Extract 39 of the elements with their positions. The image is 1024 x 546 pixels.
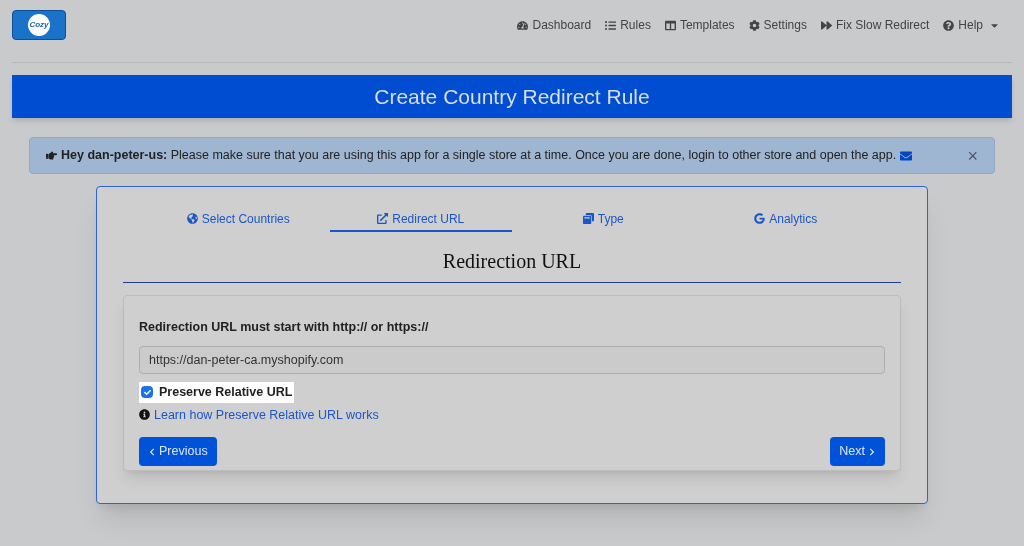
list-icon [605, 19, 617, 31]
wizard-tab[interactable]: Select Countries [147, 207, 330, 232]
previous-button[interactable]: Previous [139, 437, 217, 467]
logo[interactable]: Cozy [12, 10, 66, 40]
globe-icon [186, 213, 198, 224]
url-input-field[interactable]: https://dan-peter-ca.myshopify.com [139, 345, 885, 374]
nav-link[interactable]: Settings [748, 16, 807, 34]
wizard-tab[interactable]: Type [512, 207, 695, 232]
nav-link[interactable]: Rules [605, 16, 651, 34]
nav-link[interactable]: Fix Slow Redirect [820, 16, 930, 34]
wizard-tab[interactable]: Redirect URL [329, 207, 512, 232]
fast-forward-icon [820, 19, 832, 31]
help-link[interactable]: Learn how Preserve Relative URL works [154, 405, 379, 425]
nav-link[interactable]: Templates [664, 16, 735, 34]
external-link-icon [377, 213, 389, 224]
checkbox[interactable] [141, 386, 153, 399]
pointing-hand-icon [46, 150, 57, 161]
page-title: Create Country Redirect Rule [374, 83, 650, 110]
wizard-tab[interactable]: Analytics [694, 207, 877, 232]
help-icon [943, 19, 955, 31]
columns-icon [664, 19, 676, 31]
preserve-url-checkbox[interactable]: Preserve Relative URL [139, 381, 295, 403]
alert-message: Hey dan-peter-us: Please make sure that you are using this app for a single store at a time. Once you are done, login to other store and open the app. [61, 147, 897, 165]
section-heading: Redirection URL [442, 249, 582, 274]
settings-icon [748, 19, 760, 31]
nav-link[interactable]: Help [943, 16, 1000, 34]
info-icon [139, 409, 150, 421]
next-button[interactable]: Next [830, 437, 885, 467]
nav-link[interactable]: Dashboard [517, 16, 592, 34]
windows-icon [582, 213, 594, 224]
chevron-right-icon [868, 447, 876, 456]
chevron-left-icon [148, 447, 156, 456]
field-label: Redirection URL must start with http:// or https:// [139, 319, 430, 336]
gauge-icon [517, 19, 529, 31]
logo-text: Cozy [29, 19, 49, 31]
envelope-icon[interactable] [900, 149, 913, 162]
check-icon [143, 388, 151, 396]
google-icon [754, 213, 766, 224]
close-button[interactable]: × [967, 146, 978, 165]
